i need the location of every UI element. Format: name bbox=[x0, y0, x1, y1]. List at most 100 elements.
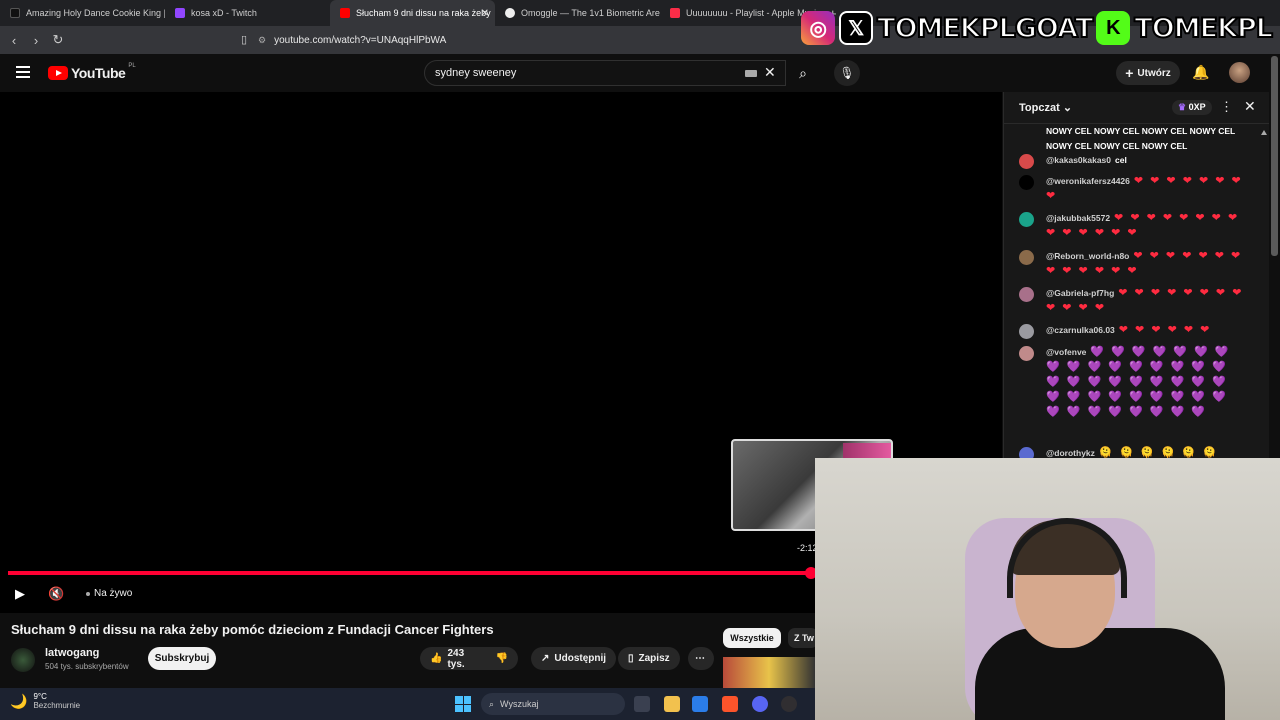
notifications-bell-icon[interactable]: 🔔 bbox=[1192, 64, 1209, 81]
subscriber-count: 504 tys. subskrybentów bbox=[45, 662, 129, 671]
chat-header: Topczat ⌄ ♛ 0XP ⋮ ✕ bbox=[1004, 92, 1269, 124]
live-indicator[interactable]: Na żywo bbox=[86, 588, 132, 599]
mute-icon[interactable]: 🔇 bbox=[48, 586, 64, 602]
chat-text: cel bbox=[1115, 155, 1127, 165]
chat-username[interactable]: @Gabriela-pf7hg bbox=[1046, 288, 1114, 298]
chat-avatar[interactable] bbox=[1019, 287, 1034, 302]
video-title: Słucham 9 dni dissu na raka żeby pomóc d… bbox=[11, 622, 494, 637]
taskbar-search-placeholder: Wyszukaj bbox=[500, 699, 539, 709]
chip-from-channel[interactable]: Z Tw bbox=[788, 628, 818, 648]
close-tab-icon[interactable]: ✕ bbox=[481, 8, 489, 19]
voice-search-button[interactable]: 🎙 bbox=[834, 60, 860, 86]
account-avatar[interactable] bbox=[1229, 62, 1250, 83]
chat-username[interactable]: @vofenve bbox=[1046, 347, 1086, 357]
chat-message-body: @czarnulka06.03 ❤ ❤ ❤ ❤ ❤ ❤ bbox=[1046, 323, 1246, 338]
moon-icon: 🌙 bbox=[10, 692, 28, 709]
chat-username[interactable]: @czarnulka06.03 bbox=[1046, 325, 1115, 335]
more-actions-button[interactable]: ⋯ bbox=[688, 647, 714, 670]
taskbar-search[interactable]: ⌕ Wyszukaj bbox=[481, 693, 625, 715]
chat-mode-dropdown[interactable]: Topczat ⌄ bbox=[1019, 101, 1072, 114]
chat-more-icon[interactable]: ⋮ bbox=[1220, 99, 1233, 115]
channel-name[interactable]: latwogang bbox=[45, 647, 99, 659]
temperature: 9°C bbox=[33, 692, 47, 701]
play-icon[interactable]: ▶ bbox=[15, 586, 25, 602]
chat-username[interactable]: @weronikafersz4426 bbox=[1046, 176, 1130, 186]
close-chat-icon[interactable]: ✕ bbox=[1244, 98, 1256, 115]
page-scrollbar[interactable] bbox=[1271, 56, 1278, 256]
chat-avatar[interactable] bbox=[1019, 324, 1034, 339]
chat-username[interactable]: @dorothykz bbox=[1046, 448, 1095, 458]
chat-username[interactable]: @kakas0kakas0 bbox=[1046, 155, 1111, 165]
windows-taskbar: 🌙 9°C Bezchmurnie ⌕ Wyszukaj bbox=[0, 688, 815, 720]
youtube-play-logo-icon bbox=[48, 66, 68, 80]
brave-browser-icon[interactable] bbox=[722, 696, 738, 712]
bookmark-icon[interactable]: ▯ bbox=[234, 33, 254, 46]
chat-avatar[interactable] bbox=[1019, 212, 1034, 227]
chat-mode-label: Topczat bbox=[1019, 102, 1060, 114]
tab-twitch[interactable]: kosa xD - Twitch bbox=[165, 0, 330, 26]
progress-bar[interactable] bbox=[8, 571, 813, 575]
tab-tiktok[interactable]: Amazing Holy Dance Cookie King | T bbox=[0, 0, 165, 26]
url-text: youtube.com/watch?v=UNAqqHlPbWA bbox=[274, 34, 447, 46]
chat-scrollbar[interactable] bbox=[1261, 130, 1267, 450]
chat-text: NOWY CEL NOWY CEL NOWY CEL NOWY CEL NOWY… bbox=[1046, 126, 1236, 151]
obs-icon[interactable] bbox=[781, 696, 797, 712]
clear-search-icon[interactable]: ✕ bbox=[764, 64, 776, 81]
chat-avatar[interactable] bbox=[1019, 346, 1034, 361]
weather-widget[interactable]: 🌙 9°C Bezchmurnie bbox=[10, 692, 80, 710]
omoggle-icon bbox=[505, 8, 515, 18]
chat-username[interactable]: @Reborn_world-n8o bbox=[1046, 251, 1129, 261]
discord-icon[interactable] bbox=[752, 696, 768, 712]
crown-icon: ♛ bbox=[1178, 102, 1187, 112]
chat-avatar[interactable] bbox=[1019, 154, 1034, 169]
chat-message-body: NOWY CEL NOWY CEL NOWY CEL NOWY CEL NOWY… bbox=[1046, 124, 1246, 154]
chat-username[interactable]: @jakubbak5572 bbox=[1046, 213, 1110, 223]
x-icon: 𝕏 bbox=[839, 11, 874, 45]
windows-start-icon[interactable] bbox=[455, 696, 471, 712]
like-button[interactable]: 👍 243 tys. 👎 bbox=[420, 647, 518, 670]
like-count: 243 tys. bbox=[447, 647, 465, 670]
save-button[interactable]: ▯ Zapisz bbox=[618, 647, 680, 670]
create-button[interactable]: + Utwórz bbox=[1116, 61, 1180, 85]
live-label: Na żywo bbox=[94, 588, 133, 599]
forward-icon[interactable]: › bbox=[26, 33, 46, 48]
search-input[interactable]: sydney sweeney bbox=[424, 60, 786, 86]
kick-icon: K bbox=[1096, 11, 1131, 45]
channel-avatar[interactable] bbox=[11, 648, 35, 672]
keyboard-icon[interactable] bbox=[745, 70, 757, 77]
social-overlay: ◎ 𝕏 TOMEKPLGOAT K TOMEKPL bbox=[801, 10, 1274, 46]
search-button[interactable]: ⌕ bbox=[786, 60, 820, 86]
tab-omoggle[interactable]: Omoggle — The 1v1 Biometric Arena bbox=[495, 0, 660, 26]
apple-music-icon bbox=[670, 8, 680, 18]
url-field[interactable]: ⚙ youtube.com/watch?v=UNAqqHlPbWA bbox=[258, 30, 878, 50]
tiktok-icon bbox=[10, 8, 20, 18]
search-value: sydney sweeney bbox=[435, 67, 517, 79]
youtube-logo[interactable]: YouTube PL bbox=[48, 63, 136, 81]
chip-all[interactable]: Wszystkie bbox=[723, 628, 781, 648]
thumbs-down-icon[interactable]: 👎 bbox=[496, 653, 508, 664]
live-chat-panel: Topczat ⌄ ♛ 0XP ⋮ ✕ NOWY CEL NOWY CEL NO… bbox=[1003, 92, 1269, 473]
instagram-icon: ◎ bbox=[801, 11, 836, 45]
chat-avatar[interactable] bbox=[1019, 250, 1034, 265]
xp-badge[interactable]: ♛ 0XP bbox=[1172, 100, 1212, 115]
task-view-icon[interactable] bbox=[634, 696, 650, 712]
twitch-icon bbox=[175, 8, 185, 18]
menu-icon[interactable] bbox=[16, 66, 30, 78]
file-explorer-icon[interactable] bbox=[664, 696, 680, 712]
create-label: Utwórz bbox=[1137, 67, 1171, 79]
back-icon[interactable]: ‹ bbox=[4, 33, 24, 48]
share-button[interactable]: ↗ Udostępnij bbox=[531, 647, 617, 670]
related-video-thumbnail[interactable] bbox=[723, 657, 815, 690]
xp-value: 0XP bbox=[1188, 102, 1206, 112]
site-info-icon[interactable]: ⚙ bbox=[258, 35, 266, 46]
subscribe-button[interactable]: Subskrybuj bbox=[148, 647, 216, 670]
tab-youtube-active[interactable]: Słucham 9 dni dissu na raka żeby ✕ bbox=[330, 0, 495, 26]
youtube-header: YouTube PL sydney sweeney ✕ ⌕ 🎙 + Utwórz … bbox=[0, 54, 1280, 92]
chat-message-body: @Reborn_world-n8o ❤ ❤ ❤ ❤ ❤ ❤ ❤ ❤ ❤ ❤ ❤ ❤… bbox=[1046, 249, 1246, 279]
search-icon: ⌕ bbox=[489, 698, 495, 709]
share-icon: ↗ bbox=[541, 653, 550, 664]
chat-avatar[interactable] bbox=[1019, 175, 1034, 190]
reload-icon[interactable]: ↻ bbox=[48, 32, 68, 48]
store-icon[interactable] bbox=[692, 696, 708, 712]
bookmark-save-icon: ▯ bbox=[628, 653, 634, 664]
